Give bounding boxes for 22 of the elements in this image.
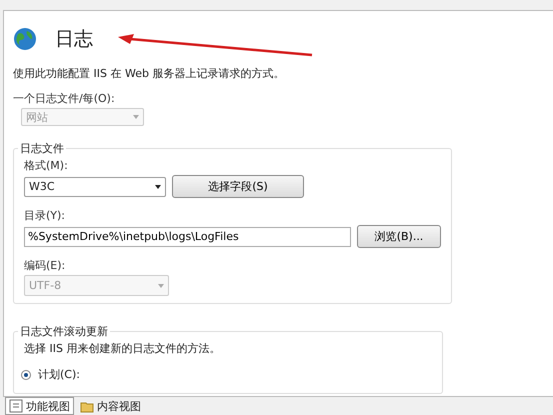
caret-icon [155,184,161,188]
field-label: 格式(M): [24,158,69,173]
globe-icon [13,27,37,51]
directory-input[interactable]: %SystemDrive%\inetpub\logs\LogFiles [24,226,351,246]
description-text: 使用此功能配置 IIS 在 Web 服务器上记录请求的方式。 [13,66,286,81]
format-dropdown[interactable]: W3C [24,176,166,196]
group-title: 日志文件 [19,141,65,156]
page-title: 日志 [55,27,93,52]
list-icon [9,399,23,413]
field-label: 一个日志文件/每(O): [13,91,116,106]
view-tab[interactable]: 功能视图 [5,397,74,415]
caret-icon [133,115,139,119]
field-label: 目录(Y): [24,208,66,223]
radio-label: 计划(C): [38,367,80,382]
radio-button[interactable] [21,370,31,380]
field-label: 编码(E): [24,258,66,273]
browse-button[interactable]: 浏览(B)... [357,225,441,248]
description-text: 选择 IIS 用来创建新的日志文件的方法。 [24,341,222,356]
group-title: 日志文件滚动更新 [19,324,109,339]
caret-icon [158,284,164,288]
select-fields-button[interactable]: 选择字段(S) [172,175,304,198]
view-tab[interactable]: 内容视图 [76,397,145,415]
